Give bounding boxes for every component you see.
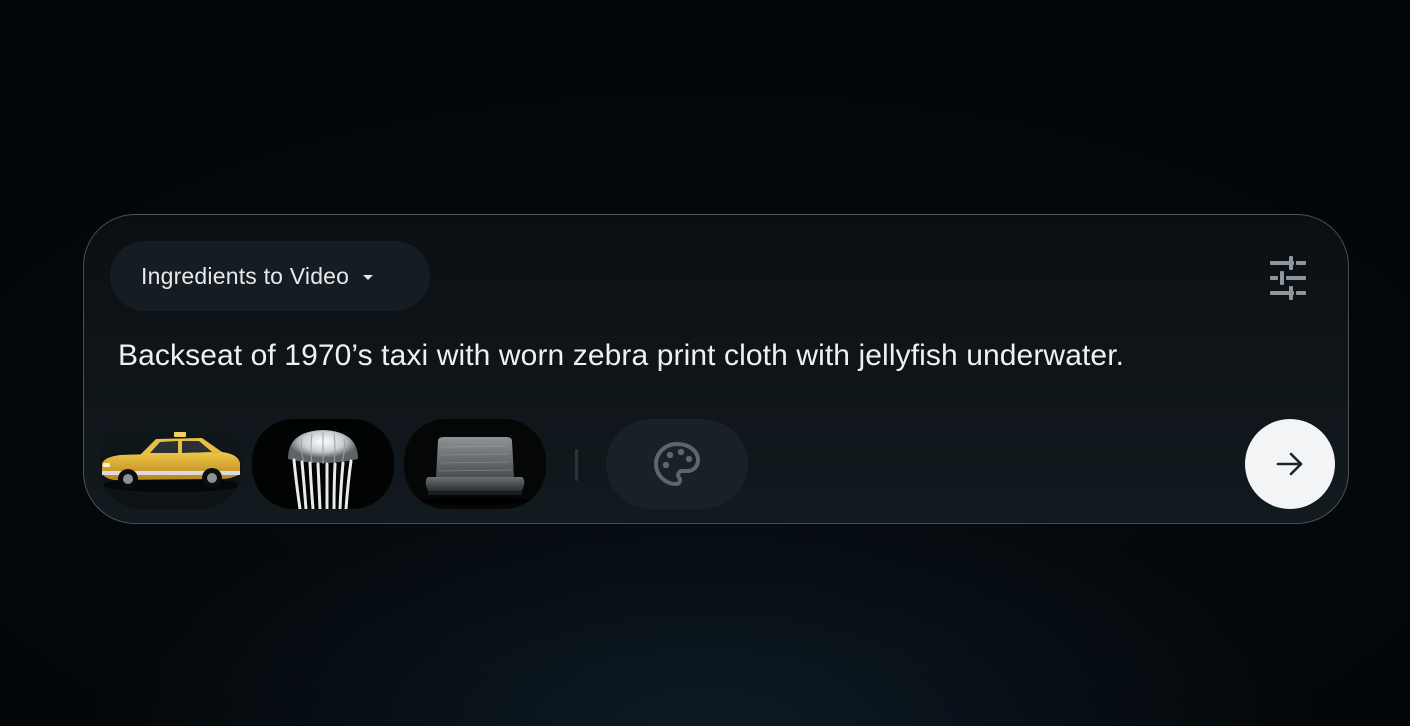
caret-down-icon [363, 274, 374, 280]
jellyfish-image [252, 419, 394, 509]
mode-dropdown[interactable]: Ingredients to Video [110, 241, 430, 311]
prompt-input[interactable]: Backseat of 1970’s taxi with worn zebra … [118, 339, 1124, 373]
taxi-image [100, 419, 242, 509]
prompt-composer: Ingredients to Video Backseat of 1970’s … [83, 214, 1349, 524]
sliders-icon [1270, 256, 1306, 300]
mode-dropdown-label: Ingredients to Video [141, 262, 350, 289]
ingredient-thumbnail-taxi[interactable] [100, 419, 242, 509]
send-button[interactable] [1245, 419, 1335, 509]
ingredients-divider [575, 449, 578, 481]
car-seat-image [404, 419, 546, 509]
style-button[interactable] [606, 419, 748, 509]
ingredient-thumbnail-jellyfish[interactable] [252, 419, 394, 509]
palette-icon [654, 442, 700, 486]
arrow-right-icon [1276, 452, 1303, 476]
settings-button[interactable] [1264, 255, 1312, 301]
app-background: Ingredients to Video Backseat of 1970’s … [0, 0, 1410, 726]
ingredient-thumbnail-car-seat[interactable] [404, 419, 546, 509]
